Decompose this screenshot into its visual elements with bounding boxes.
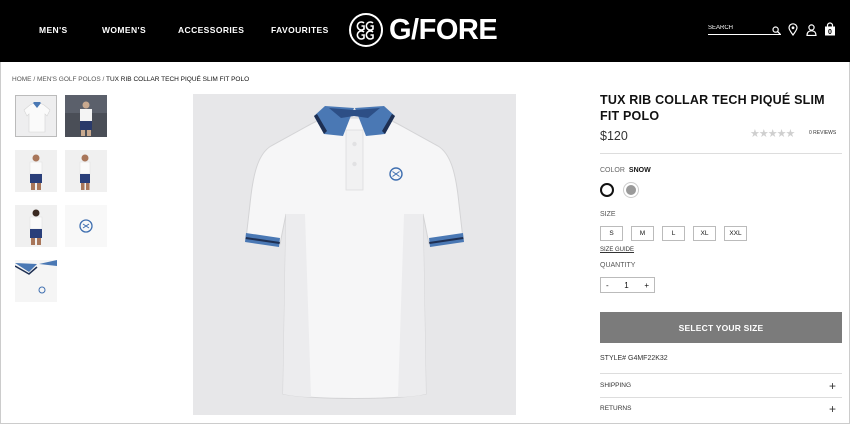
accordion-shipping-label: SHIPPING: [600, 382, 632, 389]
accordion-returns[interactable]: RETURNS +: [600, 402, 842, 417]
quantity-decrement-button[interactable]: -: [606, 281, 609, 290]
quantity-label: QUANTITY: [600, 262, 636, 269]
product-price: $120: [600, 129, 628, 143]
size-option-m[interactable]: M: [631, 226, 654, 241]
breadcrumb-current: TUX RIB COLLAR TECH PIQUÉ SLIM FIT POLO: [106, 76, 250, 83]
divider: [600, 397, 842, 398]
expand-plus-icon[interactable]: +: [829, 402, 836, 416]
divider: [600, 153, 842, 154]
size-label: SIZE: [600, 211, 616, 218]
store-locator-icon[interactable]: [788, 23, 798, 41]
swatch-grey[interactable]: [624, 183, 638, 197]
divider: [600, 373, 842, 374]
nav-favourites[interactable]: FAVOURITES: [271, 25, 329, 35]
product-main-image[interactable]: [193, 94, 516, 415]
account-icon[interactable]: [806, 23, 817, 41]
color-value: SNOW: [628, 167, 651, 174]
breadcrumb-category[interactable]: MEN'S GOLF POLOS: [37, 76, 101, 83]
nav-accessories[interactable]: ACCESSORIES: [178, 25, 244, 35]
accordion-shipping[interactable]: SHIPPING +: [600, 379, 842, 394]
select-size-button[interactable]: SELECT YOUR SIZE: [600, 312, 842, 343]
accordion-returns-label: RETURNS: [600, 405, 632, 412]
size-option-s[interactable]: S: [600, 226, 623, 241]
quantity-increment-button[interactable]: +: [644, 281, 649, 290]
thumbnail-model-front[interactable]: [15, 150, 57, 192]
style-number: STYLE# G4MF22K32: [600, 355, 668, 362]
quantity-stepper: - 1 +: [600, 277, 655, 293]
breadcrumb-separator: /: [33, 76, 36, 83]
breadcrumb-separator: /: [102, 76, 105, 83]
color-label-row: COLOR SNOW: [600, 167, 651, 174]
brand-logo[interactable]: G/FORE: [349, 12, 498, 48]
thumbnail-collar-detail[interactable]: [15, 260, 57, 302]
expand-plus-icon[interactable]: +: [829, 379, 836, 393]
cart-icon[interactable]: 0: [824, 22, 836, 41]
size-option-xxl[interactable]: XXL: [724, 226, 747, 241]
size-option-xl[interactable]: XL: [693, 226, 716, 241]
thumbnail-model-lifestyle[interactable]: [65, 95, 107, 137]
thumbnail-model-back[interactable]: [15, 205, 57, 247]
thumbnail-model-side[interactable]: [65, 150, 107, 192]
product-title: TUX RIB COLLAR TECH PIQUÉ SLIM FIT POLO: [600, 93, 825, 123]
size-guide-link[interactable]: SIZE GUIDE: [600, 247, 634, 253]
reviews-link[interactable]: 0 REVIEWS: [809, 130, 836, 136]
nav-mens[interactable]: MEN'S: [39, 25, 68, 35]
rating-stars-icon[interactable]: ★★★★★: [750, 127, 795, 140]
logo-mark-icon: [349, 13, 383, 47]
quantity-value[interactable]: 1: [624, 281, 628, 290]
size-option-l[interactable]: L: [662, 226, 685, 241]
logo-wordmark: G/FORE: [389, 13, 498, 46]
top-navigation-bar: MEN'S WOMEN'S ACCESSORIES FAVOURITES G/F…: [0, 0, 850, 62]
breadcrumb: HOME / MEN'S GOLF POLOS / TUX RIB COLLAR…: [12, 76, 249, 83]
search-field[interactable]: [708, 22, 781, 35]
search-input[interactable]: [708, 22, 768, 34]
thumbnail-polo-front[interactable]: [15, 95, 57, 137]
breadcrumb-home[interactable]: HOME: [12, 76, 32, 83]
thumbnail-logo-detail[interactable]: [65, 205, 107, 247]
swatch-snow[interactable]: [600, 183, 614, 197]
nav-womens[interactable]: WOMEN'S: [102, 25, 146, 35]
cart-count: 0: [828, 29, 832, 36]
search-icon[interactable]: [772, 22, 781, 40]
color-label: COLOR: [600, 167, 625, 174]
